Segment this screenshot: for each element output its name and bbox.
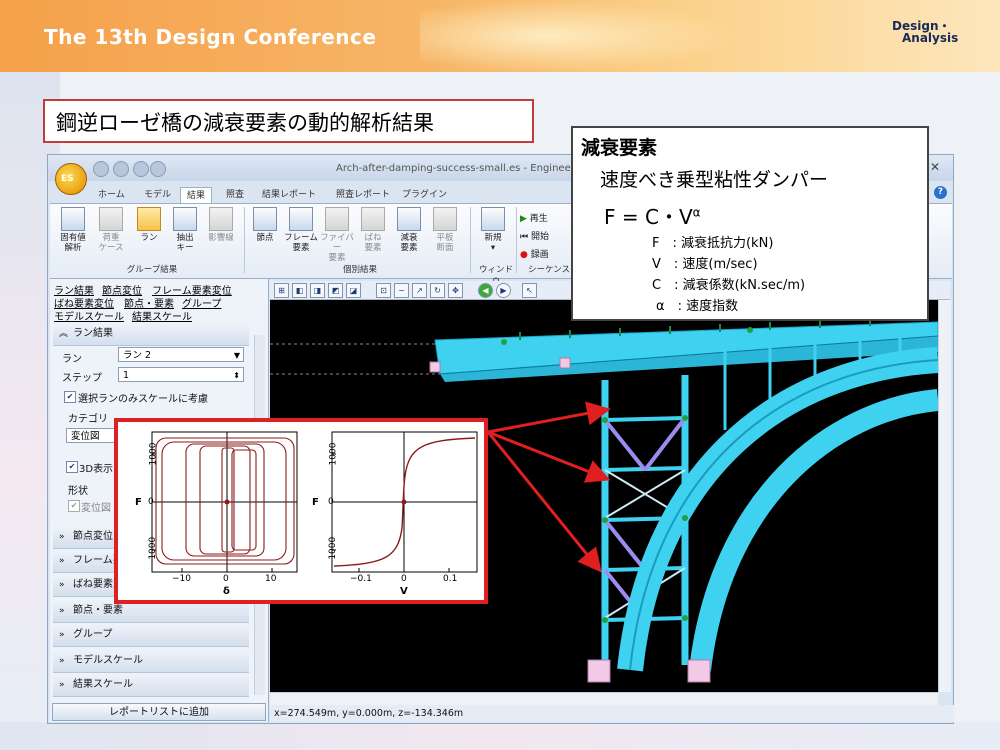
x-tick-label: 0: [223, 574, 229, 584]
x-tick-label: −10: [172, 574, 191, 584]
y-tick-label: 0: [148, 497, 154, 507]
callout-title: 減衰要素: [581, 137, 658, 159]
definition-f: F : 減衰抵抗力(kN): [652, 236, 774, 251]
formula-exponent: α: [692, 205, 701, 220]
force-velocity-plot: [331, 431, 478, 573]
damper-response-graphs: 1000 0 −1000 F −10 0 10 δ 1000 0 −1000 F…: [114, 418, 488, 604]
callout-arrows: [486, 401, 611, 573]
definition-c: C : 減衰係数(kN.sec/m): [652, 278, 806, 293]
definition-alpha: α : 速度指数: [656, 299, 739, 314]
y-axis-label: F: [135, 497, 142, 508]
x-axis-label: δ: [223, 586, 230, 597]
y-tick-label: −1000: [148, 536, 159, 568]
y-tick-label: 1000: [328, 442, 339, 466]
y-tick-label: −1000: [328, 536, 339, 568]
formula-main: F = C・V: [604, 205, 693, 229]
y-axis-label: F: [312, 497, 319, 508]
definition-v: V : 速度(m/sec): [652, 257, 758, 272]
callout-subtitle: 速度べき乗型粘性ダンパー: [600, 169, 829, 191]
x-tick-label: 0.1: [443, 574, 458, 584]
x-tick-label: 0: [401, 574, 407, 584]
x-tick-label: −0.1: [350, 574, 372, 584]
y-tick-label: 1000: [148, 442, 159, 466]
damping-formula: F = C・Vα: [604, 201, 701, 230]
y-tick-label: 0: [328, 497, 334, 507]
x-tick-label: 10: [265, 574, 277, 584]
x-axis-label: V: [400, 586, 408, 597]
